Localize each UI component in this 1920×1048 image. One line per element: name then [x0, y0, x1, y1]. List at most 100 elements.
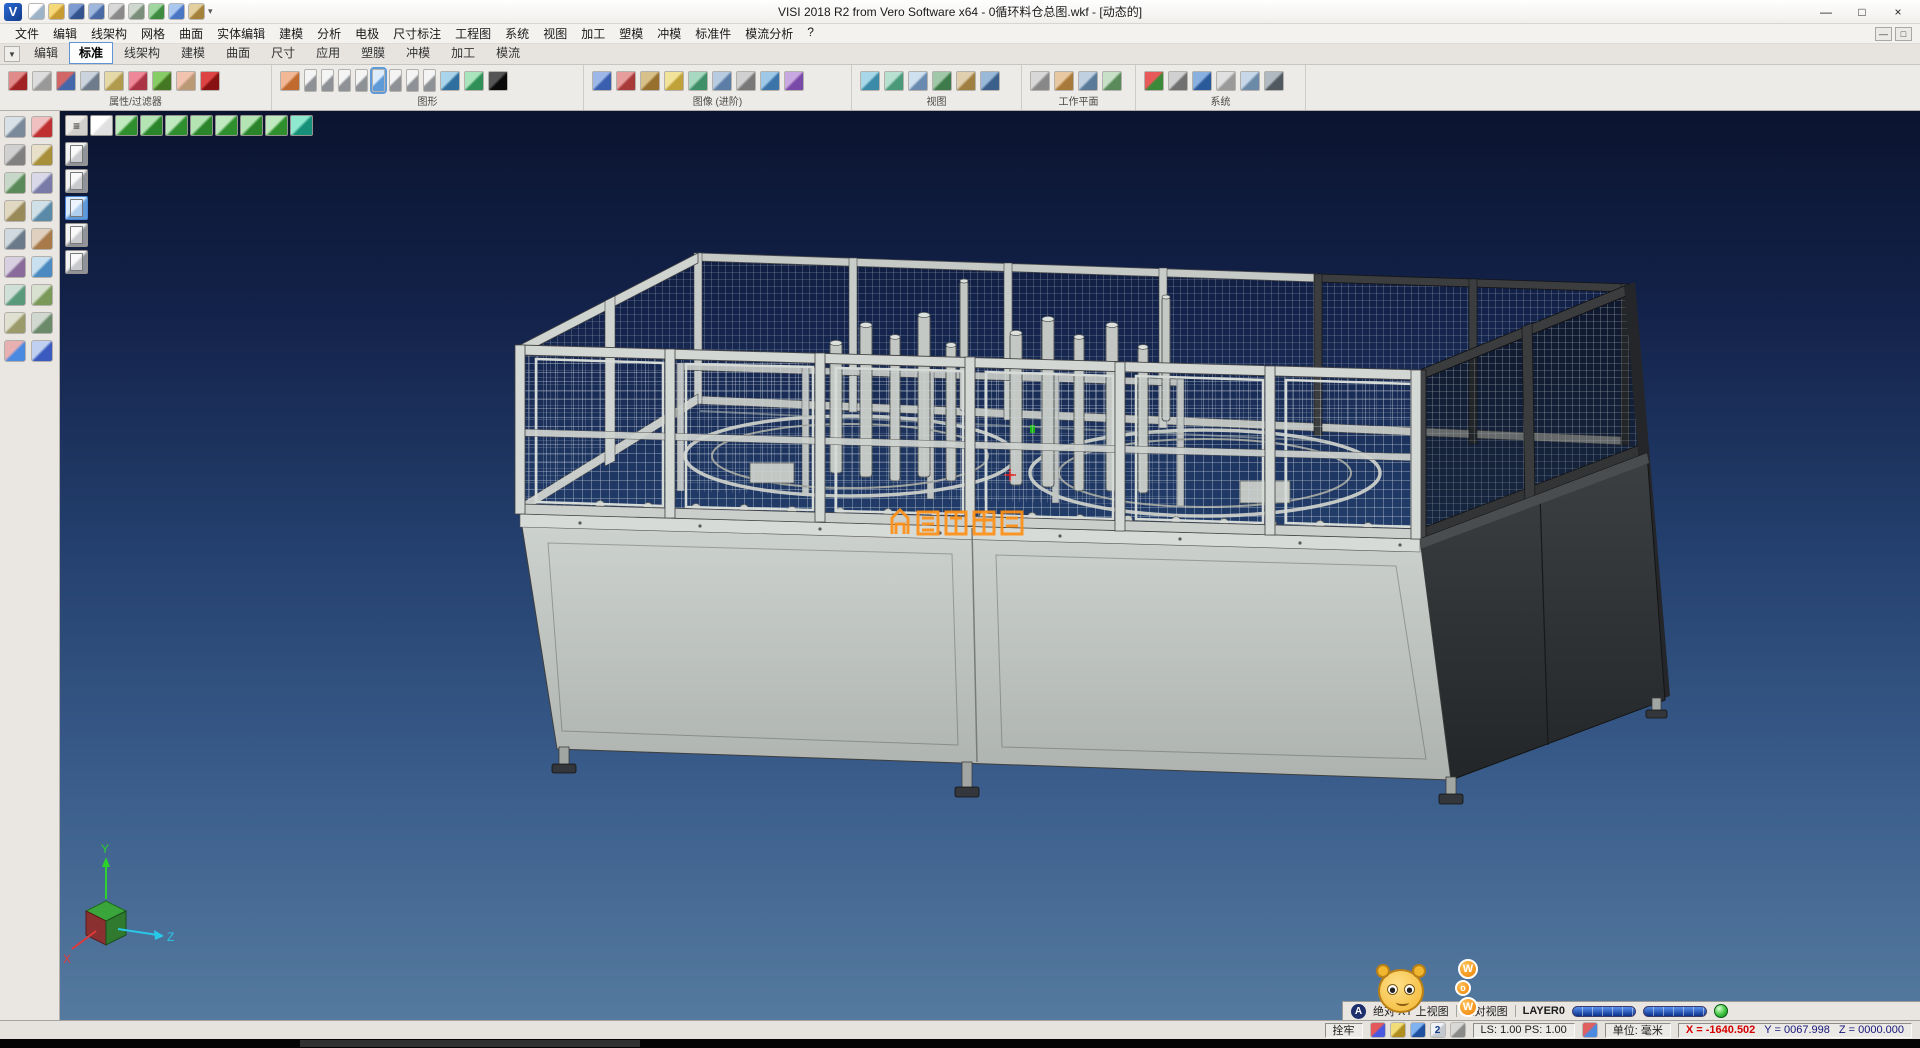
tab-application[interactable]: 应用: [306, 42, 350, 64]
menu-stamping[interactable]: 冲模: [650, 24, 688, 43]
open-file-icon[interactable]: [48, 3, 65, 20]
menu-standard-parts[interactable]: 标准件: [688, 24, 738, 43]
plot-icon[interactable]: [128, 3, 145, 20]
save-icon[interactable]: [68, 3, 85, 20]
menu-machining[interactable]: 加工: [574, 24, 612, 43]
menu-modeling[interactable]: 建模: [272, 24, 310, 43]
tab-molding[interactable]: 塑膜: [351, 42, 395, 64]
layer-manager-icon[interactable]: [31, 200, 53, 222]
material-icon[interactable]: [688, 71, 708, 91]
menu-dimensioning[interactable]: 尺寸标注: [386, 24, 448, 43]
screen-config-icon[interactable]: [1168, 71, 1188, 91]
view-window-icon-1[interactable]: [304, 69, 317, 92]
tab-flow[interactable]: 模流: [486, 42, 530, 64]
eraser-icon[interactable]: [176, 71, 196, 91]
sketch-icon[interactable]: [31, 144, 53, 166]
redo-icon[interactable]: [168, 3, 185, 20]
cut-icon[interactable]: [80, 71, 100, 91]
render-sphere-icon[interactable]: [488, 71, 508, 91]
plot-status-icon[interactable]: [1450, 1022, 1466, 1038]
color-status-icon[interactable]: [1582, 1022, 1598, 1038]
zoom-tool-icon[interactable]: [4, 116, 26, 138]
animation-icon[interactable]: [760, 71, 780, 91]
tab-edit[interactable]: 编辑: [24, 42, 68, 64]
back-view-cube-icon[interactable]: [240, 115, 263, 136]
print-icon[interactable]: [108, 3, 125, 20]
minimize-button[interactable]: —: [1808, 1, 1844, 23]
front-view-cube-icon[interactable]: [140, 115, 163, 136]
grid-toggle-icon[interactable]: [4, 144, 26, 166]
filter-icon[interactable]: [152, 71, 172, 91]
active-viewport-layout-icon[interactable]: [65, 196, 88, 220]
material-library-icon[interactable]: [1264, 71, 1284, 91]
view-window-icon-6[interactable]: [406, 69, 419, 92]
absolute-mode-icon[interactable]: A: [1351, 1004, 1366, 1019]
palette-icon[interactable]: [4, 340, 26, 362]
delete-icon[interactable]: [31, 116, 53, 138]
grid-settings-icon[interactable]: [1216, 71, 1236, 91]
menu-analysis[interactable]: 分析: [310, 24, 348, 43]
quick-access-dropdown-icon[interactable]: ▾: [205, 6, 216, 17]
history-icon[interactable]: [4, 312, 26, 334]
view-window-icon-2[interactable]: [321, 69, 334, 92]
undo-icon[interactable]: [148, 3, 165, 20]
monitor-icon[interactable]: [1192, 71, 1212, 91]
profile-count-icon[interactable]: 2: [1430, 1022, 1446, 1038]
mascot-widget[interactable]: WoW: [1370, 957, 1482, 1020]
tab-stamping[interactable]: 冲模: [396, 42, 440, 64]
dynamic-view-cube-icon[interactable]: [290, 115, 313, 136]
menu-edit[interactable]: 编辑: [46, 24, 84, 43]
viewport-layout-icon-1[interactable]: [65, 142, 88, 166]
render-quality-sphere-icon[interactable]: [1714, 1004, 1728, 1018]
notebook-icon[interactable]: [31, 228, 53, 250]
right-view-cube-icon[interactable]: [215, 115, 238, 136]
tab-dimension[interactable]: 尺寸: [261, 42, 305, 64]
tab-standard[interactable]: 标准: [69, 42, 113, 64]
view-meter-right[interactable]: [1643, 1006, 1707, 1017]
view-meter-left[interactable]: [1572, 1006, 1636, 1017]
clipboard-icon[interactable]: [104, 71, 124, 91]
menu-file[interactable]: 文件: [8, 24, 46, 43]
paint-attributes-icon[interactable]: [128, 71, 148, 91]
workplane-align-icon[interactable]: [1054, 71, 1074, 91]
render-settings-icon[interactable]: [784, 71, 804, 91]
3d-viewport[interactable]: Y X Z ≡: [60, 111, 1920, 1020]
tab-wireframe[interactable]: 线架构: [114, 42, 170, 64]
lighting-icon[interactable]: [664, 71, 684, 91]
redraw-icon[interactable]: [280, 71, 300, 91]
measure-icon[interactable]: [31, 284, 53, 306]
save-all-icon[interactable]: [88, 3, 105, 20]
workplane-view-icon[interactable]: [1078, 71, 1098, 91]
new-file-icon[interactable]: [28, 3, 45, 20]
iso-view-cube-icon[interactable]: [115, 115, 138, 136]
menu-system[interactable]: 系统: [498, 24, 536, 43]
color-palette-icon[interactable]: [1144, 71, 1164, 91]
advanced-shading-icon[interactable]: [592, 71, 612, 91]
point-tool-icon[interactable]: [4, 284, 26, 306]
blank-view-icon[interactable]: [90, 115, 113, 136]
tab-dropdown-icon[interactable]: ▼: [4, 46, 20, 62]
left-view-cube-icon[interactable]: [190, 115, 213, 136]
view-window-icon-5[interactable]: [389, 69, 402, 92]
view-window-icon-4[interactable]: [355, 69, 368, 92]
mdi-restore-button[interactable]: □: [1895, 27, 1912, 41]
menu-mesh[interactable]: 网格: [134, 24, 172, 43]
tab-modeling[interactable]: 建模: [171, 42, 215, 64]
previous-view-icon[interactable]: [956, 71, 976, 91]
attribute-copy-icon[interactable]: [32, 71, 52, 91]
axes-toggle-icon[interactable]: [4, 172, 26, 194]
viewport-layout-icon-3[interactable]: [65, 223, 88, 247]
snapshot-icon[interactable]: [736, 71, 756, 91]
settings-icon[interactable]: [188, 3, 205, 20]
zoom-window-icon[interactable]: [884, 71, 904, 91]
selection-mask-icon[interactable]: [200, 71, 220, 91]
lock-status-label[interactable]: 拴牢: [1325, 1023, 1363, 1038]
menu-wireframe[interactable]: 线架构: [84, 24, 134, 43]
save-view-icon[interactable]: [31, 340, 53, 362]
circle-tool-icon[interactable]: [4, 256, 26, 278]
maximize-button[interactable]: □: [1844, 1, 1880, 23]
viewport-layout-icon-2[interactable]: [65, 169, 88, 193]
workplane-icon[interactable]: [4, 228, 26, 250]
menu-view[interactable]: 视图: [536, 24, 574, 43]
dynamic-view-icon[interactable]: [980, 71, 1000, 91]
